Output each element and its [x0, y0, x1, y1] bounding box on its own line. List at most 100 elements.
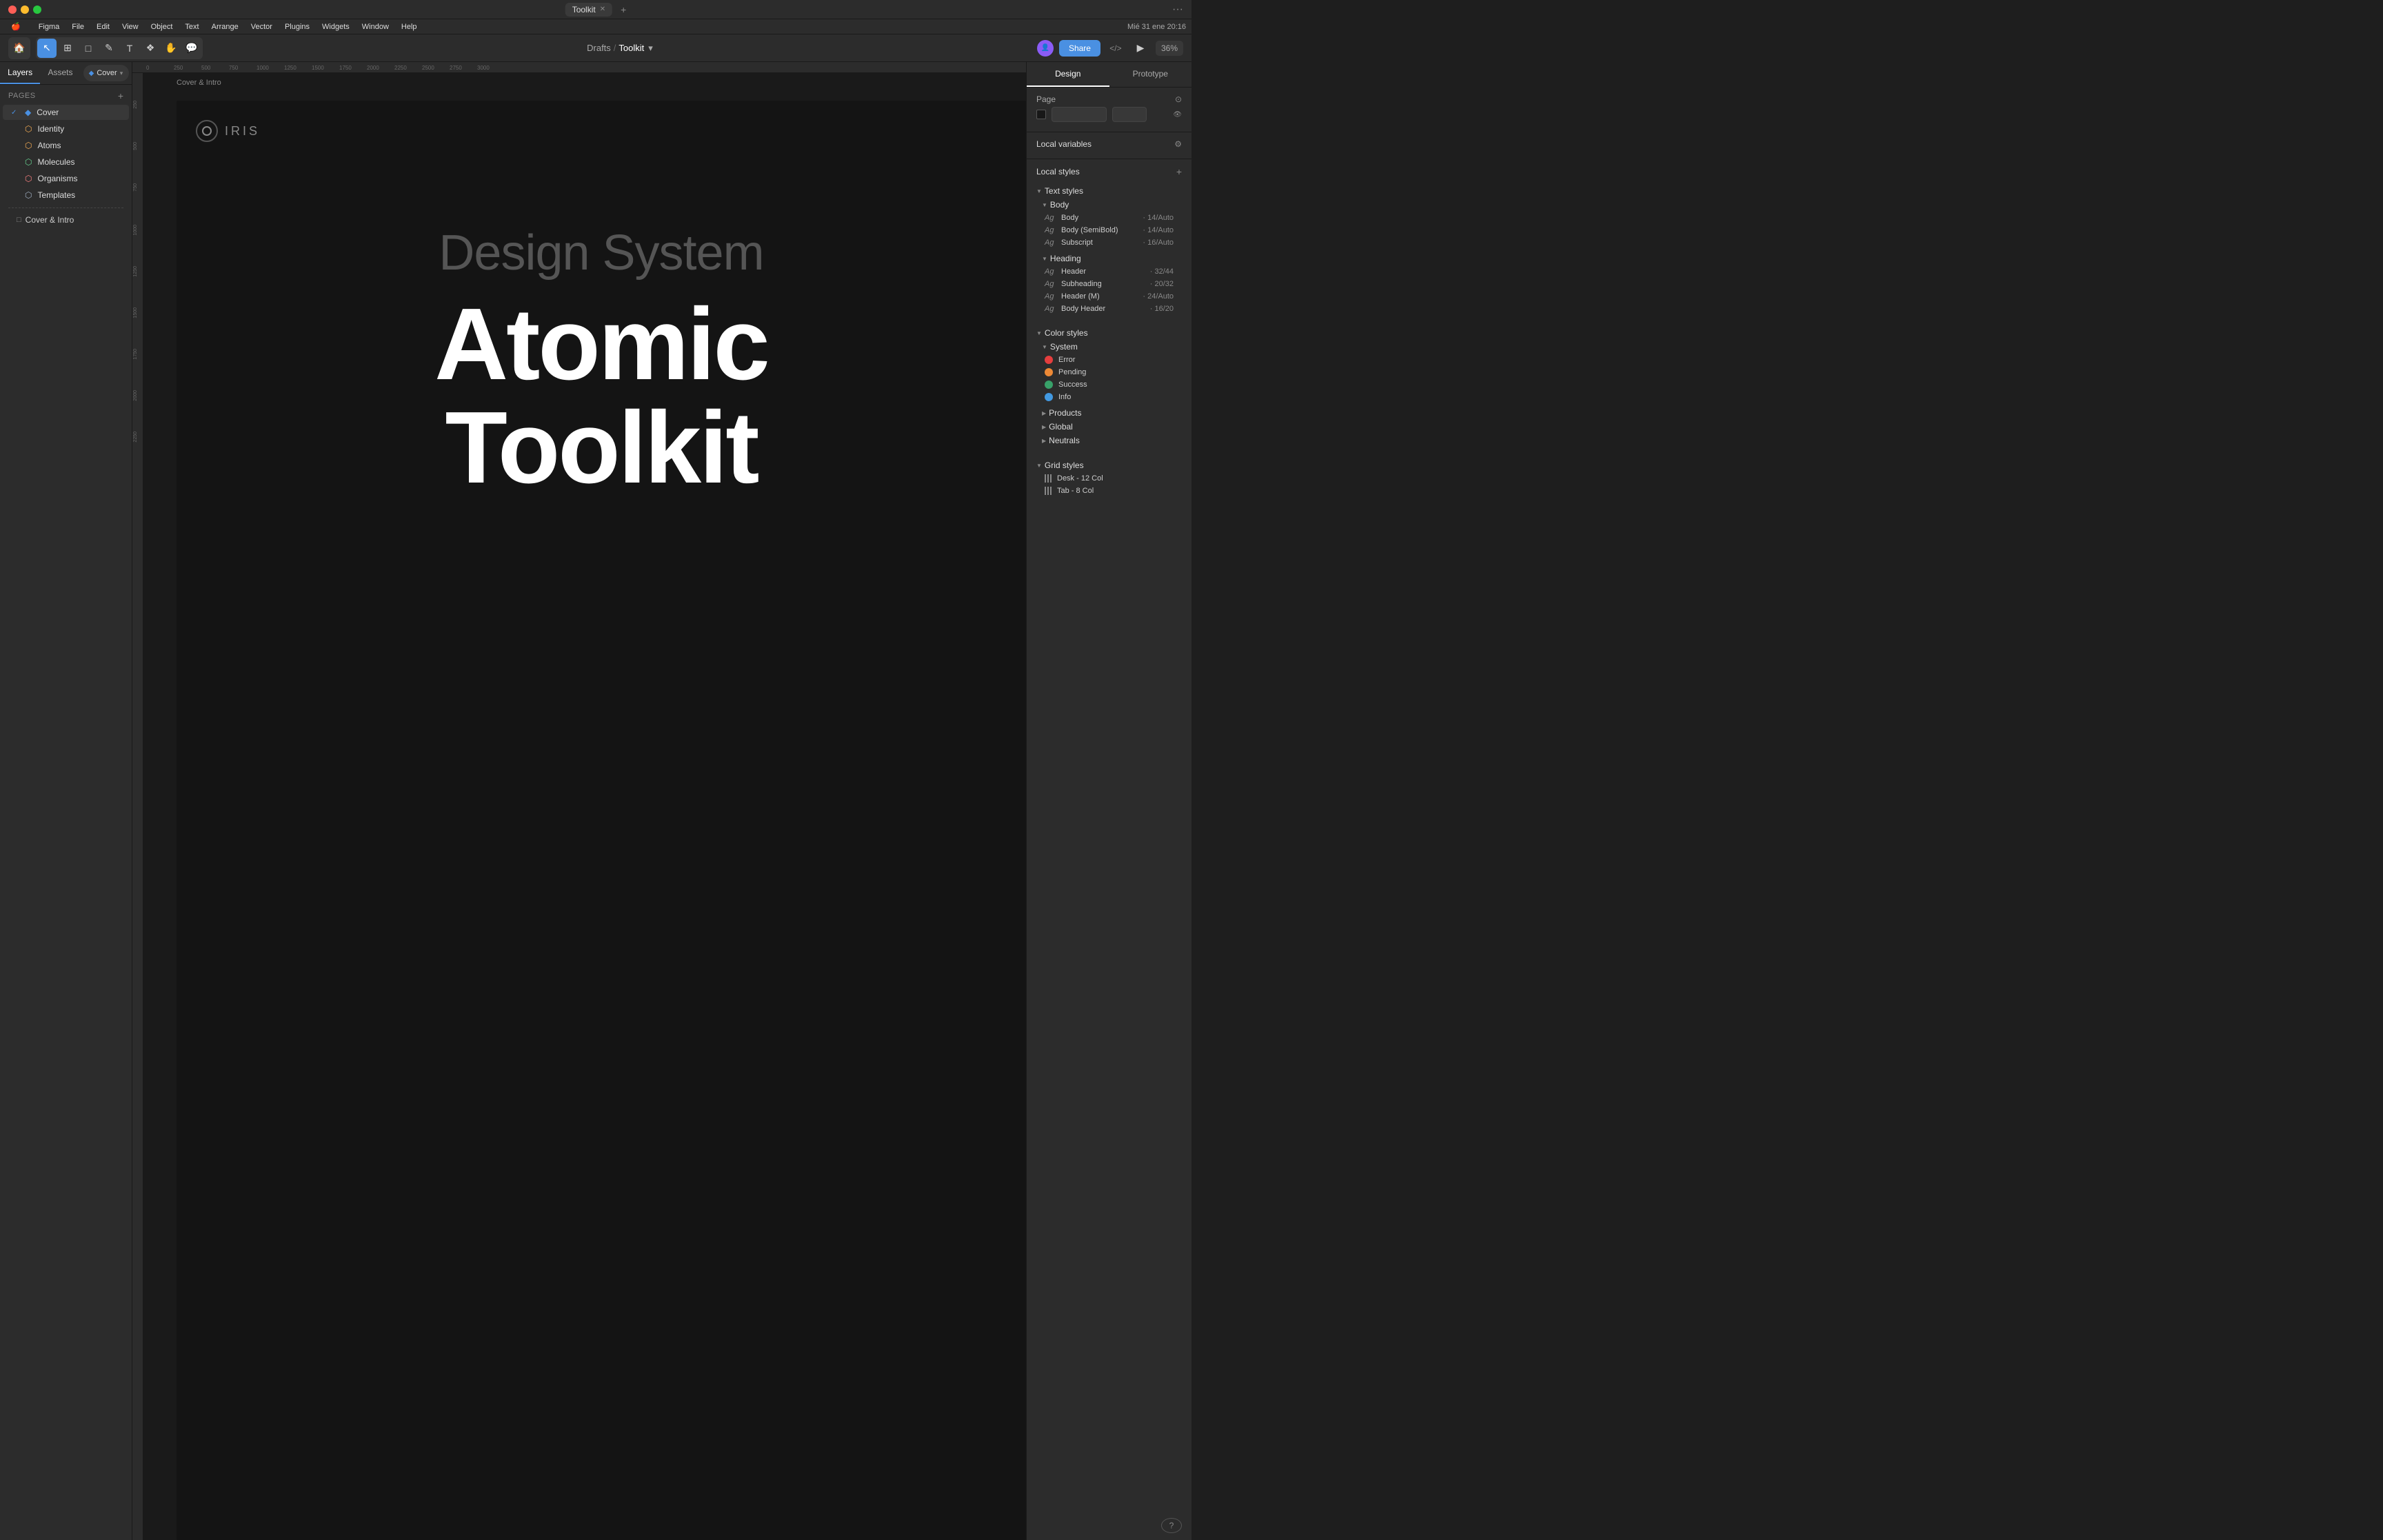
menu-arrange[interactable]: Arrange: [206, 21, 244, 32]
local-variables-settings-icon[interactable]: ⚙: [1174, 139, 1182, 149]
add-style-button[interactable]: +: [1176, 166, 1182, 177]
grid-desk-12col[interactable]: Desk - 12 Col: [1036, 472, 1182, 485]
component-tool[interactable]: ❖: [141, 39, 160, 58]
pen-tool[interactable]: ✎: [99, 39, 119, 58]
shape-tool[interactable]: □: [79, 39, 98, 58]
menu-object[interactable]: Object: [145, 21, 179, 32]
menu-widgets[interactable]: Widgets: [316, 21, 355, 32]
page-identity-icon: ⬡: [25, 124, 32, 134]
select-tool[interactable]: ↖: [37, 39, 57, 58]
style-header-m-name: Header (M): [1061, 292, 1100, 301]
menu-vector[interactable]: Vector: [245, 21, 278, 32]
frame-tool[interactable]: ⊞: [58, 39, 77, 58]
style-header-m[interactable]: Ag Header (M) · 24/Auto: [1036, 290, 1182, 303]
toolbar: 🏠 ↖ ⊞ □ ✎ T ❖ ✋ 💬 Drafts / Toolkit ▾ 👤 S…: [0, 34, 1192, 62]
neutrals-arrow: ▶: [1042, 438, 1046, 444]
page-item-organisms[interactable]: ⬡ Organisms: [3, 171, 129, 186]
page-color-swatch[interactable]: [1036, 110, 1046, 119]
page-color-input[interactable]: 181818: [1052, 107, 1107, 122]
color-success[interactable]: Success: [1036, 378, 1182, 391]
minimize-button[interactable]: [21, 6, 29, 14]
tab-design[interactable]: Design: [1027, 62, 1109, 87]
frame-label: Cover & Intro: [177, 79, 221, 87]
apple-menu[interactable]: 🍎: [6, 21, 26, 32]
code-view-icon[interactable]: </>: [1106, 39, 1125, 58]
menu-help[interactable]: Help: [396, 21, 423, 32]
style-header-m-detail: · 24/Auto: [1143, 292, 1174, 301]
text-styles-header[interactable]: ▼ Text styles: [1036, 184, 1182, 198]
page-active-check: ✓: [11, 109, 19, 116]
style-subscript-detail: · 16/Auto: [1143, 239, 1174, 247]
color-styles-header[interactable]: ▼ Color styles: [1036, 326, 1182, 340]
tab-prototype[interactable]: Prototype: [1109, 62, 1192, 87]
more-options-icon[interactable]: ···: [1172, 3, 1183, 16]
menu-plugins[interactable]: Plugins: [279, 21, 315, 32]
style-body-header[interactable]: Ag Body Header · 16/20: [1036, 303, 1182, 315]
style-body[interactable]: Ag Body · 14/Auto: [1036, 212, 1182, 224]
play-icon[interactable]: ▶: [1131, 39, 1150, 58]
close-button[interactable]: [8, 6, 17, 14]
page-item-molecules[interactable]: ⬡ Molecules: [3, 154, 129, 170]
style-header[interactable]: Ag Header · 32/44: [1036, 265, 1182, 278]
body-group-header[interactable]: ▼ Body: [1036, 198, 1182, 212]
style-subheading-name: Subheading: [1061, 280, 1102, 288]
add-page-button[interactable]: +: [118, 90, 123, 101]
neutrals-group-header[interactable]: ▶ Neutrals: [1036, 434, 1182, 447]
page-item-identity[interactable]: ⬡ Identity: [3, 121, 129, 136]
grid-styles-header[interactable]: ▼ Grid styles: [1036, 458, 1182, 472]
pending-label: Pending: [1058, 368, 1086, 376]
panel-tabs: Layers Assets ◆ Cover ▾: [0, 62, 132, 85]
tab-assets[interactable]: Assets: [40, 62, 80, 84]
menu-text[interactable]: Text: [179, 21, 204, 32]
heading-group-header[interactable]: ▼ Heading: [1036, 252, 1182, 265]
global-group-header[interactable]: ▶ Global: [1036, 420, 1182, 434]
hand-tool[interactable]: ✋: [161, 39, 181, 58]
page-settings-icon[interactable]: ⊙: [1175, 94, 1182, 104]
success-color-swatch: [1045, 381, 1053, 389]
page-item-cover[interactable]: ✓ ◆ Cover: [3, 105, 129, 120]
text-styles-section: ▼ Text styles ▼ Body Ag Body · 14/Auto A…: [1027, 181, 1192, 318]
cover-pill[interactable]: ◆ Cover ▾: [83, 65, 129, 81]
products-group-header[interactable]: ▶ Products: [1036, 406, 1182, 420]
page-cover-label: Cover: [37, 108, 59, 117]
visibility-icon[interactable]: 👁: [1173, 111, 1182, 119]
color-pending[interactable]: Pending: [1036, 366, 1182, 378]
tab-layers[interactable]: Layers: [0, 62, 40, 84]
text-styles-arrow: ▼: [1036, 188, 1042, 194]
maximize-button[interactable]: [33, 6, 41, 14]
style-ag-h1: Ag: [1045, 267, 1056, 276]
menu-edit[interactable]: Edit: [91, 21, 115, 32]
tab-close-icon[interactable]: ✕: [600, 6, 605, 13]
canvas-area[interactable]: 0 250 500 750 1000 1250 1500 1750 2000 2…: [132, 62, 1026, 1540]
color-info[interactable]: Info: [1036, 391, 1182, 403]
add-tab-button[interactable]: +: [621, 4, 626, 15]
style-ag-hm: Ag: [1045, 292, 1056, 301]
layer-item-cover-intro[interactable]: □ Cover & Intro: [0, 212, 132, 227]
style-body-semibold[interactable]: Ag Body (SemiBold) · 14/Auto: [1036, 224, 1182, 236]
grid-tab-8col[interactable]: Tab - 8 Col: [1036, 485, 1182, 497]
style-subheading[interactable]: Ag Subheading · 20/32: [1036, 278, 1182, 290]
menu-view[interactable]: View: [117, 21, 144, 32]
menu-file[interactable]: File: [66, 21, 90, 32]
color-error[interactable]: Error: [1036, 354, 1182, 366]
comment-tool[interactable]: 💬: [182, 39, 201, 58]
menu-window[interactable]: Window: [356, 21, 394, 32]
page-opacity-input[interactable]: 100%: [1112, 107, 1147, 122]
active-tab[interactable]: Toolkit ✕: [565, 3, 612, 17]
breadcrumb-drafts[interactable]: Drafts: [587, 43, 611, 53]
layer-cover-intro-label: Cover & Intro: [26, 215, 74, 225]
page-item-templates[interactable]: ⬡ Templates: [3, 188, 129, 203]
grid-icon-desk: [1045, 474, 1052, 483]
text-tool[interactable]: T: [120, 39, 139, 58]
zoom-level[interactable]: 36%: [1156, 41, 1183, 56]
menu-figma[interactable]: Figma: [33, 21, 66, 32]
page-item-atoms[interactable]: ⬡ Atoms: [3, 138, 129, 153]
style-subscript[interactable]: Ag Subscript · 16/Auto: [1036, 236, 1182, 249]
home-tool[interactable]: 🏠: [10, 39, 29, 58]
logo-text: IRIS: [225, 124, 260, 139]
text-styles-label: Text styles: [1045, 186, 1083, 196]
system-group-header[interactable]: ▼ System: [1036, 340, 1182, 354]
breadcrumb-dropdown-icon[interactable]: ▾: [648, 43, 653, 54]
share-button[interactable]: Share: [1059, 40, 1100, 57]
help-button[interactable]: ?: [1161, 1518, 1182, 1533]
